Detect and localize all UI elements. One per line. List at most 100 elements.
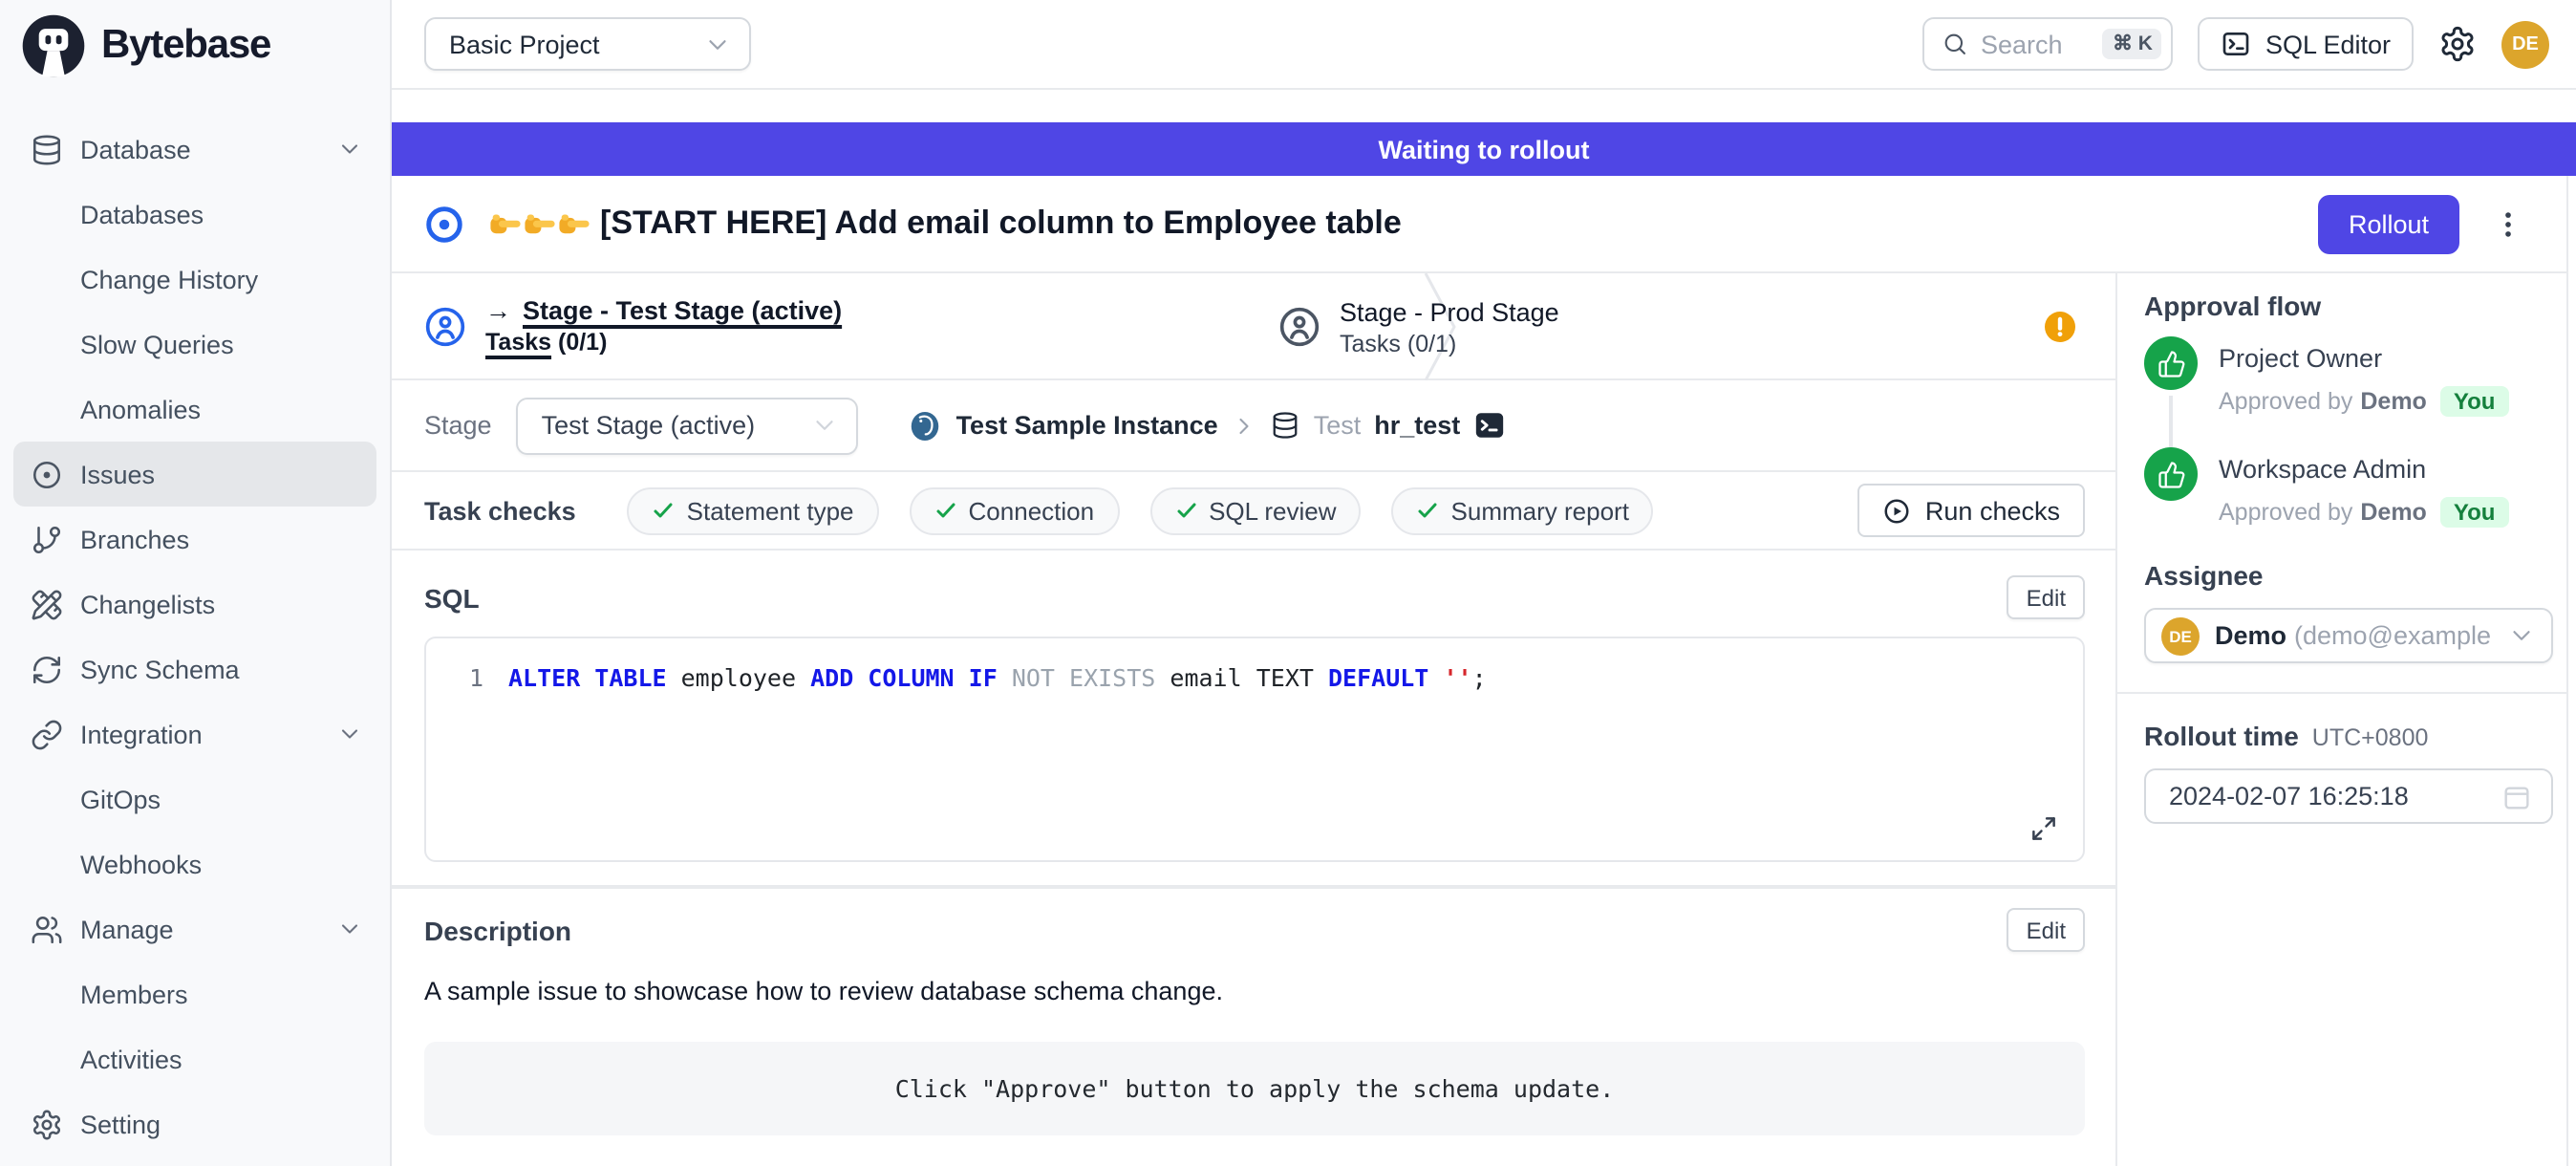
sidebar-item-changelists[interactable]: Changelists (13, 572, 376, 637)
check-sql-review[interactable]: SQL review (1149, 486, 1361, 534)
sql-code-line: 1ALTER TABLE employee ADD COLUMN IF NOT … (426, 663, 2083, 692)
instance-name[interactable]: Test Sample Instance (956, 411, 1218, 440)
sidebar-item-databases[interactable]: Databases (13, 182, 376, 247)
check-label: Summary report (1451, 496, 1629, 525)
task-checks-row: Task checks Statement type Connection SQ… (392, 472, 2115, 551)
check-label: SQL review (1209, 496, 1336, 525)
stage-pipeline: →Stage - Test Stage (active) Tasks (0/1)… (392, 273, 2115, 380)
sidebar-item-manage[interactable]: Manage (13, 896, 376, 961)
approval-step-workspace-admin: Workspace Admin Approved by Demo You (2144, 447, 2552, 528)
sql-token: employee (681, 663, 810, 692)
sidebar-item-activities[interactable]: Activities (13, 1026, 376, 1091)
check-connection[interactable]: Connection (910, 486, 1120, 534)
expand-icon[interactable] (2029, 814, 2058, 843)
sidebar-item-label: Webhooks (80, 850, 202, 878)
sidebar-item-integration[interactable]: Integration (13, 702, 376, 767)
stage-select[interactable]: Test Stage (active) (517, 397, 859, 454)
stage-tasks[interactable]: Tasks (0/1) (1340, 330, 1559, 356)
sidebar-item-members[interactable]: Members (13, 961, 376, 1026)
description-edit-button[interactable]: Edit (2007, 908, 2085, 952)
sql-token: ADD COLUMN IF (810, 663, 1012, 692)
pointing-hand-icons (489, 207, 590, 240)
stage-name-line: →Stage - Test Stage (active) (485, 296, 842, 325)
check-statement-type[interactable]: Statement type (628, 486, 879, 534)
more-actions-icon[interactable] (2492, 207, 2524, 240)
tasks-count: (0/1) (1407, 330, 1456, 356)
search-placeholder: Search (1981, 30, 2092, 58)
pencil-ruler-icon (31, 588, 63, 620)
sidebar-item-change-history[interactable]: Change History (13, 247, 376, 312)
sql-code-editor[interactable]: 1ALTER TABLE employee ADD COLUMN IF NOT … (424, 637, 2085, 862)
stage-prod-stage[interactable]: Stage - Prod Stage Tasks (0/1) (1278, 273, 1559, 380)
bytebase-logo-icon (21, 12, 86, 77)
sidebar-item-issues[interactable]: Issues (13, 442, 376, 507)
sidebar-item-label: Changelists (80, 590, 215, 618)
sql-token: ALTER TABLE (508, 663, 681, 692)
assignee-email: (demo@example (2294, 621, 2491, 650)
database-icon (1272, 411, 1300, 440)
sidebar-item-slow-queries[interactable]: Slow Queries (13, 312, 376, 377)
sidebar-item-gitops[interactable]: GitOps (13, 767, 376, 831)
approval-role: Project Owner (2219, 344, 2508, 373)
settings-gear-icon[interactable] (2438, 25, 2477, 63)
sql-edit-button[interactable]: Edit (2007, 575, 2085, 619)
sql-token: NOT EXISTS (1012, 663, 1170, 692)
status-banner-text: Waiting to rollout (1379, 135, 1590, 163)
sql-section-title: SQL (424, 582, 480, 613)
approval-step-text: Workspace Admin Approved by Demo You (2219, 447, 2508, 528)
topbar-actions: Search ⌘ K SQL Editor DE (1923, 17, 2549, 71)
scrollbar-track[interactable] (2566, 176, 2576, 1166)
sidebar-item-database[interactable]: Database (13, 117, 376, 182)
stage-selector-row: Stage Test Stage (active) Test Sample In… (392, 380, 2115, 472)
thumbs-up-icon (2157, 460, 2185, 488)
sql-token: DEFAULT (1328, 663, 1443, 692)
approved-icon (2144, 447, 2198, 501)
stage-select-value: Test Stage (active) (542, 411, 756, 440)
stage-text: →Stage - Test Stage (active) Tasks (0/1) (485, 296, 842, 356)
rollout-button[interactable]: Rollout (2318, 194, 2459, 253)
approval-status-prefix: Approved by (2219, 499, 2352, 526)
check-label: Connection (969, 496, 1095, 525)
check-summary-report[interactable]: Summary report (1392, 486, 1654, 534)
run-checks-button[interactable]: Run checks (1858, 484, 2085, 537)
tasks-count: (0/1) (558, 329, 607, 356)
sql-editor-button[interactable]: SQL Editor (2199, 17, 2414, 71)
sidebar-item-label: Database (80, 135, 191, 163)
sidebar-item-branches[interactable]: Branches (13, 507, 376, 572)
sql-section-header: SQL Edit (424, 575, 2085, 619)
sidebar-item-label: Change History (80, 265, 258, 293)
sidebar-item-sync-schema[interactable]: Sync Schema (13, 637, 376, 702)
check-icon (1174, 499, 1197, 522)
environment-label: Test (1314, 411, 1362, 440)
user-avatar[interactable]: DE (2501, 20, 2549, 68)
stage-name: Stage - Test Stage (active) (523, 296, 842, 325)
warning-icon (2045, 311, 2075, 341)
sidebar-item-label: GitOps (80, 785, 161, 813)
sidebar-item-anomalies[interactable]: Anomalies (13, 377, 376, 442)
rollout-time-input[interactable]: 2024-02-07 16:25:18 (2144, 768, 2552, 824)
sidebar-item-label: Slow Queries (80, 330, 234, 358)
database-name[interactable]: hr_test (1374, 411, 1460, 440)
status-banner: Waiting to rollout (392, 122, 2576, 176)
search-input[interactable]: Search ⌘ K (1923, 17, 2174, 71)
project-selector[interactable]: Basic Project (424, 17, 751, 71)
approval-step-rail (2144, 447, 2198, 528)
rollout-time-header: Rollout time UTC+0800 (2144, 721, 2552, 751)
sidebar-item-setting[interactable]: Setting (13, 1091, 376, 1156)
stage-test-stage[interactable]: →Stage - Test Stage (active) Tasks (0/1) (424, 296, 842, 356)
sidebar-item-webhooks[interactable]: Webhooks (13, 831, 376, 896)
assignee-title: Assignee (2144, 560, 2552, 591)
pointing-right-hand-icon (558, 207, 590, 240)
assignee-select[interactable]: DE Demo (demo@example (2144, 608, 2552, 663)
rollout-timezone: UTC+0800 (2312, 724, 2429, 751)
git-branch-icon (31, 523, 63, 555)
assignee-avatar: DE (2161, 616, 2200, 655)
stage-tasks[interactable]: Tasks (0/1) (485, 329, 842, 356)
open-sql-editor-icon[interactable] (1473, 409, 1506, 442)
approval-flow-title: Approval flow (2144, 291, 2552, 321)
database-icon (31, 133, 63, 165)
postgresql-icon (909, 408, 943, 443)
run-checks-label: Run checks (1925, 496, 2060, 525)
search-icon (1943, 31, 1969, 57)
brand-logo[interactable]: Bytebase (0, 0, 390, 90)
